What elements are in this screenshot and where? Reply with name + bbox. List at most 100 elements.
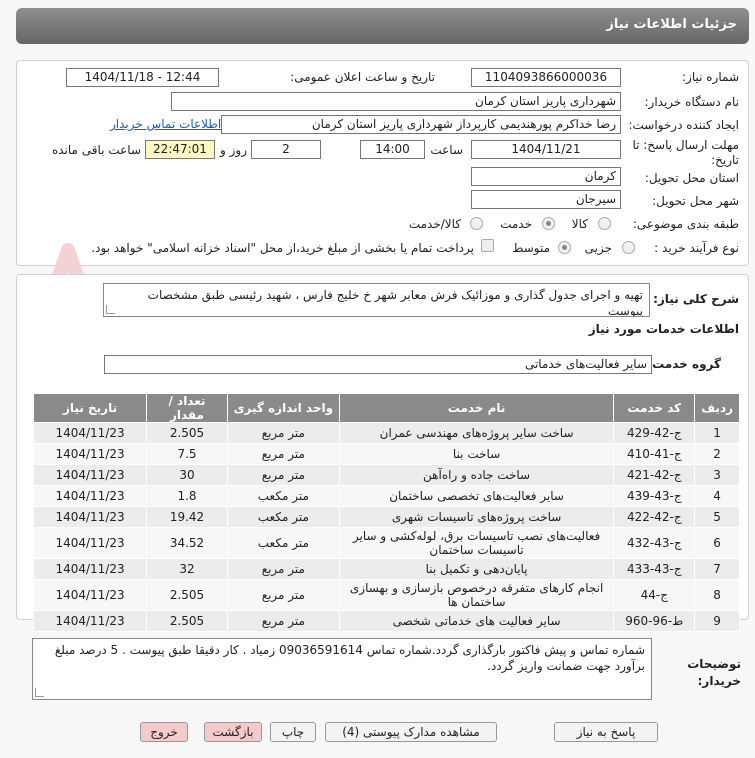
description-label: شرح کلی نیاز: (653, 292, 739, 306)
service-group-label: گروه خدمت: (647, 357, 721, 371)
cell-quantity: 30 (146, 464, 228, 486)
cell-service-name: پایان‌دهی و تکمیل بنا (338, 558, 615, 580)
need-number-field[interactable]: 1104093866000036 (471, 68, 621, 87)
service-group-field[interactable]: سایر فعالیت‌های خدماتی (104, 355, 652, 374)
back-button[interactable]: بازگشت (204, 722, 262, 742)
payment-note: پرداخت تمام یا بخشی از مبلغ خرید،از محل … (91, 241, 474, 255)
cell-quantity: 2.505 (146, 422, 228, 444)
province-label: استان محل تحویل: (644, 171, 739, 185)
cell-service-name: فعالیت‌های نصب تاسیسات برق، لوله‌کشی و س… (338, 527, 615, 559)
table-row: 5 ج-42-422 ساخت پروژه‌های تاسیسات شهری متر … (32, 506, 740, 528)
province-field[interactable]: کرمان (471, 167, 621, 186)
reply-button[interactable]: پاسخ به نیاز (554, 722, 658, 742)
buyer-notes-label: توضیحات خریدار: (687, 657, 741, 688)
cell-service-name: ساخت سایر پروژه‌های مهندسی عمران (338, 422, 615, 444)
cell-row-number: 1 (694, 422, 740, 444)
col-name: نام خدمت (338, 393, 615, 423)
buyer-org-label: نام دستگاه خریدار: (644, 95, 740, 109)
cell-need-date: 1404/11/23 (32, 558, 148, 580)
category-option-goods: کالا (571, 217, 588, 231)
print-button[interactable]: چاپ (270, 722, 316, 742)
table-row: 1 ج-42-429 ساخت سایر پروژه‌های مهندسی عمرا… (32, 422, 740, 444)
cell-row-number: 8 (694, 579, 740, 611)
process-option-medium: متوسط (512, 241, 550, 255)
days-field[interactable]: 2 (251, 140, 321, 159)
category-option-service: خدمت (500, 217, 532, 231)
cell-service-code: ج-42-422 (613, 506, 696, 528)
col-code: کد خدمت (613, 393, 696, 423)
cell-service-name: ساخت جاده و راه‌آهن (338, 464, 615, 486)
deadline-date-field[interactable]: 1404/11/21 (471, 140, 621, 159)
cell-unit: متر مربع (226, 443, 340, 465)
resize-handle-icon[interactable] (35, 688, 44, 697)
cell-quantity: 7.5 (146, 443, 228, 465)
cell-need-date: 1404/11/23 (32, 506, 148, 528)
resize-handle-icon[interactable] (106, 305, 115, 314)
cell-service-code: ج-43-439 (613, 485, 696, 507)
buyer-org-field[interactable]: شهرداری پاریز استان کرمان (171, 92, 621, 111)
requester-field[interactable]: رضا خداکرم پورهندیمی کارپرداز شهرداری پا… (221, 115, 621, 134)
attachments-button[interactable]: مشاهده مدارک پیوستی (4) (325, 722, 497, 742)
cell-row-number: 3 (694, 464, 740, 486)
process-radio-medium[interactable] (558, 241, 571, 254)
cell-row-number: 2 (694, 443, 740, 465)
page-header: جزئیات اطلاعات نیاز (16, 8, 749, 44)
category-radio-goods-service[interactable] (470, 217, 483, 230)
process-option-minor: جزیی (584, 241, 612, 255)
description-field[interactable]: تهیه و اجرای جدول گذاری و موزائیک فرش مع… (103, 283, 650, 317)
need-number-label: شماره نیاز: (682, 70, 739, 84)
cell-unit: متر مربع (226, 610, 340, 632)
col-date: تاریخ نیاز (32, 393, 148, 423)
requester-label: ایجاد کننده درخواست: (628, 118, 739, 132)
table-row: 6 ج-43-432 فعالیت‌های نصب تاسیسات برق، لول… (32, 527, 740, 559)
cell-unit: متر مربع (226, 579, 340, 611)
cell-service-code: ج-42-421 (613, 464, 696, 486)
cell-quantity: 32 (146, 558, 228, 580)
table-row: 4 ج-43-439 سایر فعالیت‌های تخصصی ساختمان مت… (32, 485, 740, 507)
cell-unit: متر مکعب (226, 485, 340, 507)
cell-unit: متر مکعب (226, 506, 340, 528)
exit-button[interactable]: خروج (140, 722, 188, 742)
cell-service-code: ج-44 (613, 579, 696, 611)
col-row: ردیف (694, 393, 740, 423)
buyer-notes-text: شماره تماس و پیش فاکتور بارگذاری گردد.شم… (54, 643, 645, 673)
cell-need-date: 1404/11/23 (32, 464, 148, 486)
contact-info-link[interactable]: اطلاعات تماس خریدار (110, 117, 221, 131)
cell-unit: متر مربع (226, 464, 340, 486)
cell-service-code: ج-43-432 (613, 527, 696, 559)
buyer-notes-field[interactable]: شماره تماس و پیش فاکتور بارگذاری گردد.شم… (32, 638, 652, 700)
cell-service-code: ج-42-429 (613, 422, 696, 444)
city-label: شهر محل تحویل: (652, 194, 739, 208)
services-table-header: ردیف کد خدمت نام خدمت واحد اندازه گیری ت… (32, 393, 740, 423)
cell-row-number: 9 (694, 610, 740, 632)
col-unit: واحد اندازه گیری (226, 393, 340, 423)
table-row: 7 ج-43-433 پایان‌دهی و تکمیل بنا متر مربع 32… (32, 558, 740, 580)
cell-need-date: 1404/11/23 (32, 610, 148, 632)
announce-label: تاریخ و ساعت اعلان عمومی: (290, 70, 435, 84)
cell-unit: متر مکعب (226, 527, 340, 559)
deadline-time-field[interactable]: 14:00 (360, 140, 425, 159)
cell-row-number: 6 (694, 527, 740, 559)
announce-field[interactable]: 1404/11/18 - 12:44 (66, 68, 219, 87)
cell-quantity: 34.52 (146, 527, 228, 559)
table-row: 3 ج-42-421 ساخت جاده و راه‌آهن متر مربع 30 14… (32, 464, 740, 486)
cell-need-date: 1404/11/23 (32, 443, 148, 465)
category-radio-service[interactable] (542, 217, 555, 230)
city-field[interactable]: سیرجان (471, 190, 621, 209)
cell-need-date: 1404/11/23 (32, 422, 148, 444)
category-label: طبقه بندی موضوعی: (632, 217, 739, 231)
cell-row-number: 7 (694, 558, 740, 580)
page-title: جزئیات اطلاعات نیاز (606, 17, 737, 32)
category-radio-goods[interactable] (598, 217, 611, 230)
cell-unit: متر مربع (226, 422, 340, 444)
process-radio-minor[interactable] (622, 241, 635, 254)
treasury-checkbox[interactable] (481, 239, 494, 252)
cell-service-name: ساخت پروژه‌های تاسیسات شهری (338, 506, 615, 528)
days-label: روز و (220, 143, 247, 157)
cell-need-date: 1404/11/23 (32, 579, 148, 611)
cell-row-number: 5 (694, 506, 740, 528)
description-text: تهیه و اجرای جدول گذاری و موزائیک فرش مع… (147, 288, 643, 317)
remaining-time-field: 22:47:01 (145, 140, 215, 159)
cell-quantity: 2.505 (146, 579, 228, 611)
cell-service-name: ساخت بنا (338, 443, 615, 465)
